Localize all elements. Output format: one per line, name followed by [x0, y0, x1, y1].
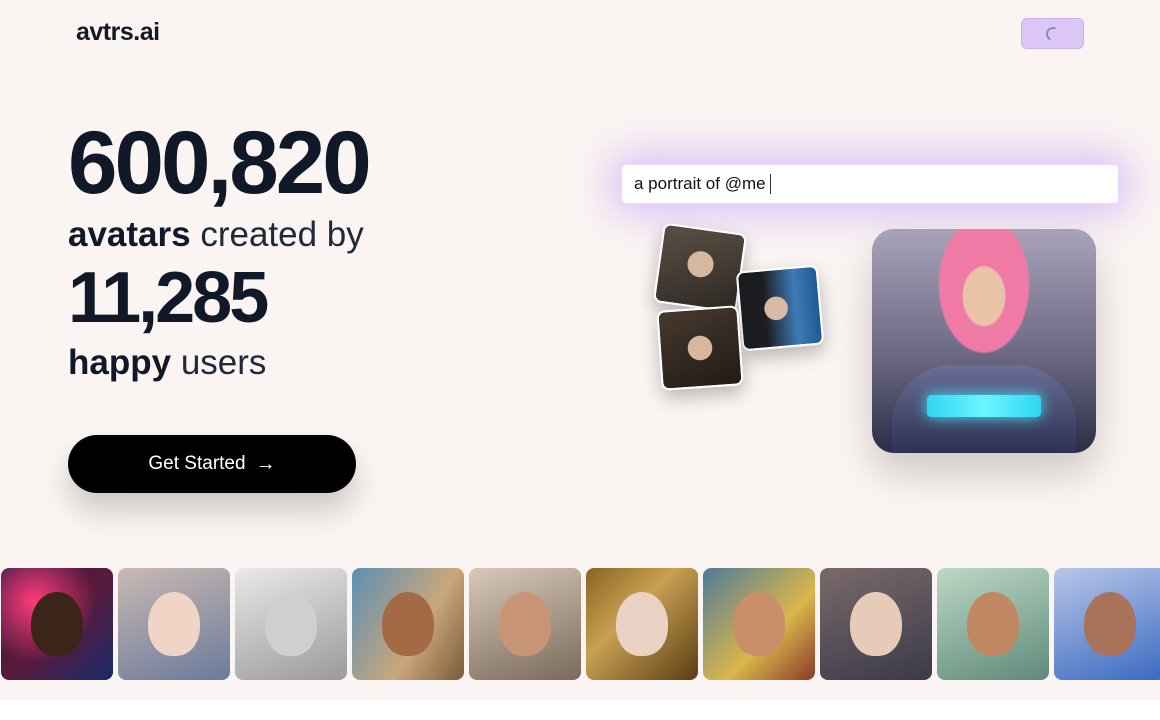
avatar-tile[interactable] — [469, 568, 581, 680]
prompt-text: a portrait of @me — [634, 174, 766, 193]
avatar-tile[interactable] — [1, 568, 113, 680]
arrow-right-icon: → — [255, 452, 276, 475]
avatar-tile[interactable] — [703, 568, 815, 680]
landing-page: avtrs.ai 600,820 avatars created by 11,2… — [0, 0, 1160, 720]
face-shape — [616, 592, 668, 656]
face-shape — [265, 592, 317, 656]
logo[interactable]: avtrs.ai — [76, 18, 160, 47]
face-shape — [382, 592, 434, 656]
face-shape — [733, 592, 785, 656]
face-shape — [499, 592, 551, 656]
text-caret — [769, 174, 771, 194]
get-started-label: Get Started — [148, 453, 246, 474]
avatar-tile[interactable] — [820, 568, 932, 680]
face-shape — [31, 592, 83, 656]
avatar-gallery — [1, 568, 1160, 680]
avatar-result-image — [872, 229, 1096, 453]
avatar-tile[interactable] — [118, 568, 230, 680]
users-caption: happy users — [68, 345, 266, 380]
get-started-button[interactable]: Get Started → — [68, 435, 356, 493]
selfie-photo — [652, 222, 748, 314]
users-text: users — [180, 343, 267, 382]
avatar-tile[interactable] — [586, 568, 698, 680]
avatar-tile[interactable] — [352, 568, 464, 680]
face-shape — [967, 592, 1019, 656]
selfie-photo — [735, 264, 825, 352]
selfie-photo — [656, 305, 744, 391]
face-shape — [1084, 592, 1136, 656]
loading-button[interactable] — [1021, 18, 1084, 49]
avatar-tile[interactable] — [937, 568, 1049, 680]
avatar-tile[interactable] — [1054, 568, 1160, 680]
happy-word: happy — [68, 343, 172, 382]
face-shape — [148, 592, 200, 656]
footer-band — [0, 700, 1160, 720]
spinner-icon — [1043, 24, 1062, 43]
users-count: 11,285 — [68, 258, 269, 338]
avatars-caption: avatars created by — [68, 217, 364, 252]
prompt-input[interactable]: a portrait of @me — [621, 164, 1119, 204]
face-shape — [850, 592, 902, 656]
created-by-text: created by — [200, 215, 364, 254]
glowing-visor — [927, 395, 1041, 417]
avatars-count: 600,820 — [68, 112, 372, 212]
avatars-word: avatars — [68, 215, 191, 254]
avatar-tile[interactable] — [235, 568, 347, 680]
